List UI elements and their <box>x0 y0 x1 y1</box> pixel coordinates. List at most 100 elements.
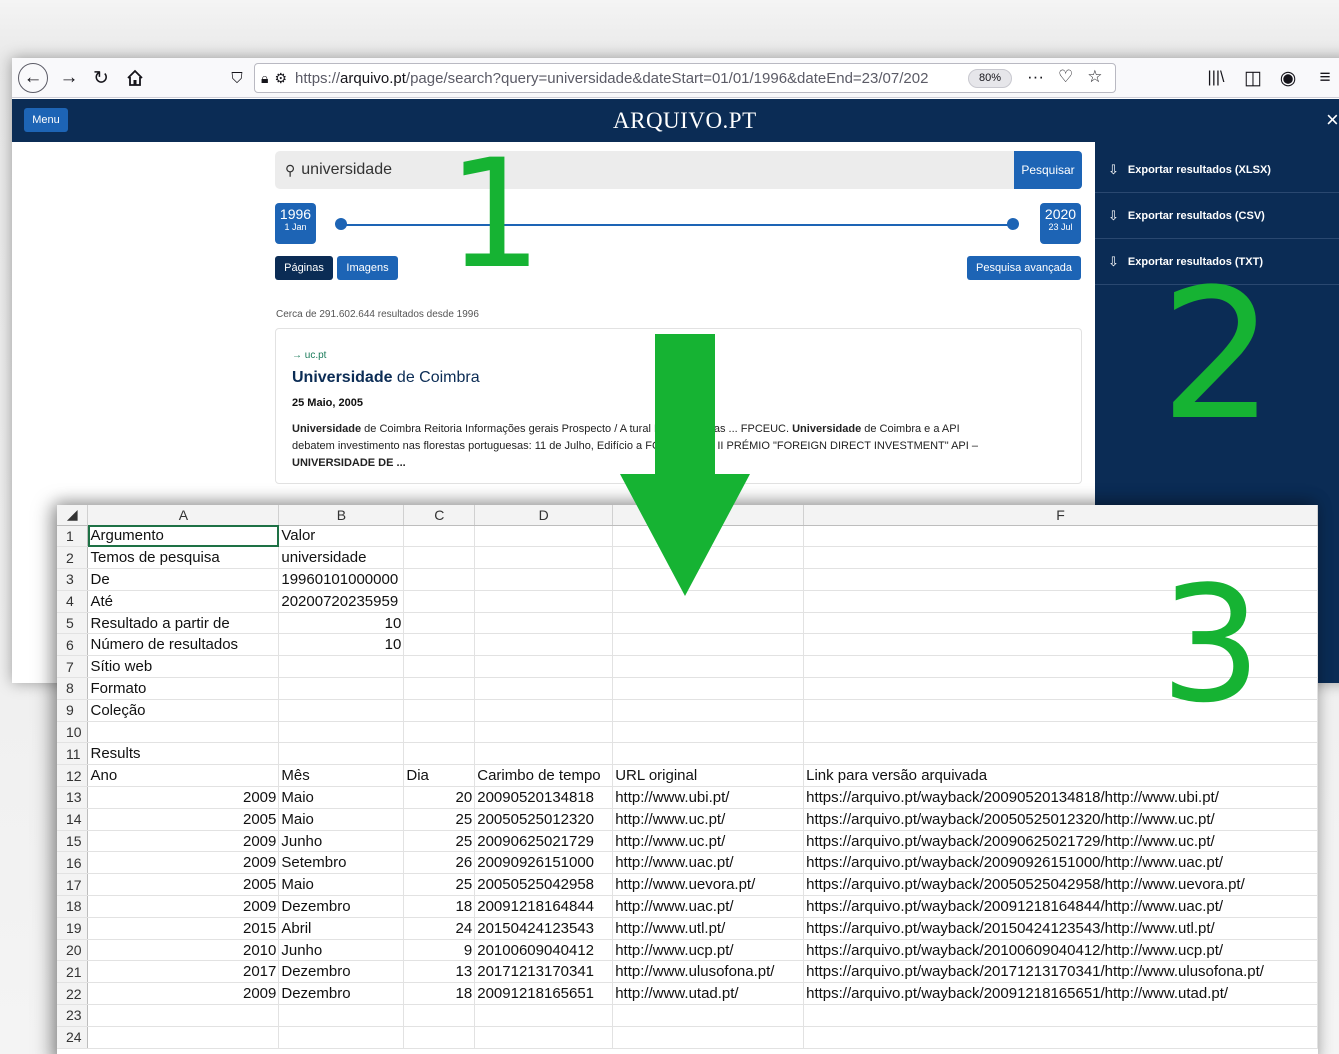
star-icon[interactable]: ☆ <box>1087 67 1102 87</box>
table-cell[interactable] <box>278 721 405 744</box>
table-cell[interactable]: 2009 <box>87 851 280 875</box>
table-cell[interactable]: 20090520134818 <box>474 786 614 809</box>
table-cell[interactable] <box>403 568 476 591</box>
tab-images[interactable]: Imagens <box>337 256 398 280</box>
table-cell[interactable] <box>403 1004 476 1027</box>
table-cell[interactable]: Valor <box>278 525 405 548</box>
row-header[interactable]: 22 <box>57 982 89 1006</box>
table-cell[interactable] <box>278 742 405 766</box>
table-cell[interactable]: https://arquivo.pt/wayback/2005052504295… <box>803 873 1318 897</box>
table-cell[interactable] <box>612 612 805 635</box>
end-date-handle[interactable] <box>1007 218 1019 230</box>
row-header[interactable]: 9 <box>57 699 89 722</box>
reload-button[interactable]: ↻ <box>88 65 114 91</box>
table-cell[interactable]: Dezembro <box>278 895 405 918</box>
table-cell[interactable]: http://www.ubi.pt/ <box>612 786 805 809</box>
table-cell[interactable]: 2009 <box>87 895 280 918</box>
table-cell[interactable] <box>474 677 614 700</box>
table-cell[interactable]: https://arquivo.pt/wayback/2005052501232… <box>803 808 1318 831</box>
table-cell[interactable]: Argumento <box>87 525 280 548</box>
back-button[interactable]: ← <box>18 63 48 93</box>
table-cell[interactable]: Mês <box>278 764 405 788</box>
table-cell[interactable] <box>403 525 476 548</box>
row-header[interactable]: 7 <box>57 655 89 679</box>
table-cell[interactable] <box>474 633 614 657</box>
table-cell[interactable]: Dia <box>403 764 476 788</box>
table-cell[interactable] <box>87 1004 280 1027</box>
zoom-badge[interactable]: 80% <box>968 69 1013 88</box>
table-cell[interactable]: 2009 <box>87 786 280 809</box>
row-header[interactable]: 18 <box>57 895 89 918</box>
result-domain[interactable]: → uc.pt <box>292 350 326 361</box>
table-cell[interactable]: 20150424123543 <box>474 917 614 940</box>
table-cell[interactable]: http://www.uc.pt/ <box>612 830 805 853</box>
column-header[interactable]: F <box>803 505 1318 526</box>
row-header[interactable]: 5 <box>57 612 89 635</box>
table-cell[interactable]: 25 <box>403 873 476 897</box>
table-cell[interactable] <box>612 721 805 744</box>
row-header[interactable]: 12 <box>57 764 89 788</box>
row-header[interactable]: 2 <box>57 546 89 570</box>
table-cell[interactable]: 25 <box>403 830 476 853</box>
tab-pages[interactable]: Páginas <box>275 256 333 280</box>
table-cell[interactable] <box>278 699 405 722</box>
table-cell[interactable] <box>474 590 614 613</box>
table-cell[interactable]: https://arquivo.pt/wayback/2010060904041… <box>803 939 1318 962</box>
table-cell[interactable] <box>278 1026 405 1049</box>
table-cell[interactable]: Até <box>87 590 280 613</box>
table-cell[interactable]: Temos de pesquisa <box>87 546 280 570</box>
column-header[interactable]: D <box>474 505 614 526</box>
table-cell[interactable]: 20050525012320 <box>474 808 614 831</box>
table-cell[interactable]: De <box>87 568 280 591</box>
table-cell[interactable] <box>403 1026 476 1049</box>
table-cell[interactable]: Coleção <box>87 699 280 722</box>
row-header[interactable]: 10 <box>57 721 89 744</box>
table-cell[interactable]: Junho <box>278 830 405 853</box>
row-header[interactable]: 8 <box>57 677 89 700</box>
table-cell[interactable] <box>612 677 805 700</box>
table-cell[interactable]: 26 <box>403 851 476 875</box>
row-header[interactable]: 20 <box>57 939 89 962</box>
table-cell[interactable]: 2010 <box>87 939 280 962</box>
table-cell[interactable]: https://arquivo.pt/wayback/2009062502172… <box>803 830 1318 853</box>
table-cell[interactable] <box>278 655 405 679</box>
table-cell[interactable] <box>87 1026 280 1049</box>
page-actions-icon[interactable]: ··· <box>1027 67 1044 87</box>
table-cell[interactable] <box>612 742 805 766</box>
table-cell[interactable]: http://www.uac.pt/ <box>612 851 805 875</box>
search-button[interactable]: Pesquisar <box>1014 151 1082 189</box>
forward-button[interactable]: → <box>56 65 82 91</box>
table-cell[interactable] <box>474 655 614 679</box>
table-cell[interactable]: Results <box>87 742 280 766</box>
table-cell[interactable]: 2005 <box>87 808 280 831</box>
table-cell[interactable] <box>403 699 476 722</box>
table-cell[interactable]: 20090625021729 <box>474 830 614 853</box>
table-cell[interactable]: 2017 <box>87 960 280 984</box>
app-menu-button[interactable]: ≡ <box>1312 65 1338 91</box>
row-header[interactable]: 16 <box>57 851 89 875</box>
table-cell[interactable]: Abril <box>278 917 405 940</box>
table-cell[interactable]: https://arquivo.pt/wayback/2009092615100… <box>803 851 1318 875</box>
pocket-icon[interactable]: ♡ <box>1058 67 1073 87</box>
table-cell[interactable]: Formato <box>87 677 280 700</box>
table-cell[interactable] <box>803 742 1318 766</box>
table-cell[interactable] <box>87 721 280 744</box>
date-range-slider-track[interactable] <box>341 224 1013 226</box>
table-cell[interactable] <box>612 633 805 657</box>
table-cell[interactable]: Ano <box>87 764 280 788</box>
table-cell[interactable]: 2009 <box>87 982 280 1006</box>
row-header[interactable]: 11 <box>57 742 89 766</box>
table-cell[interactable] <box>474 721 614 744</box>
table-cell[interactable]: 20091218165651 <box>474 982 614 1006</box>
table-cell[interactable]: http://www.utl.pt/ <box>612 917 805 940</box>
row-header[interactable]: 3 <box>57 568 89 591</box>
table-cell[interactable]: 2009 <box>87 830 280 853</box>
table-cell[interactable] <box>612 699 805 722</box>
row-header[interactable]: 13 <box>57 786 89 809</box>
table-cell[interactable]: 2015 <box>87 917 280 940</box>
table-cell[interactable]: 10 <box>278 633 405 657</box>
table-cell[interactable]: 9 <box>403 939 476 962</box>
table-cell[interactable] <box>403 677 476 700</box>
select-all-corner[interactable]: ◢ <box>57 505 89 526</box>
table-cell[interactable] <box>403 612 476 635</box>
